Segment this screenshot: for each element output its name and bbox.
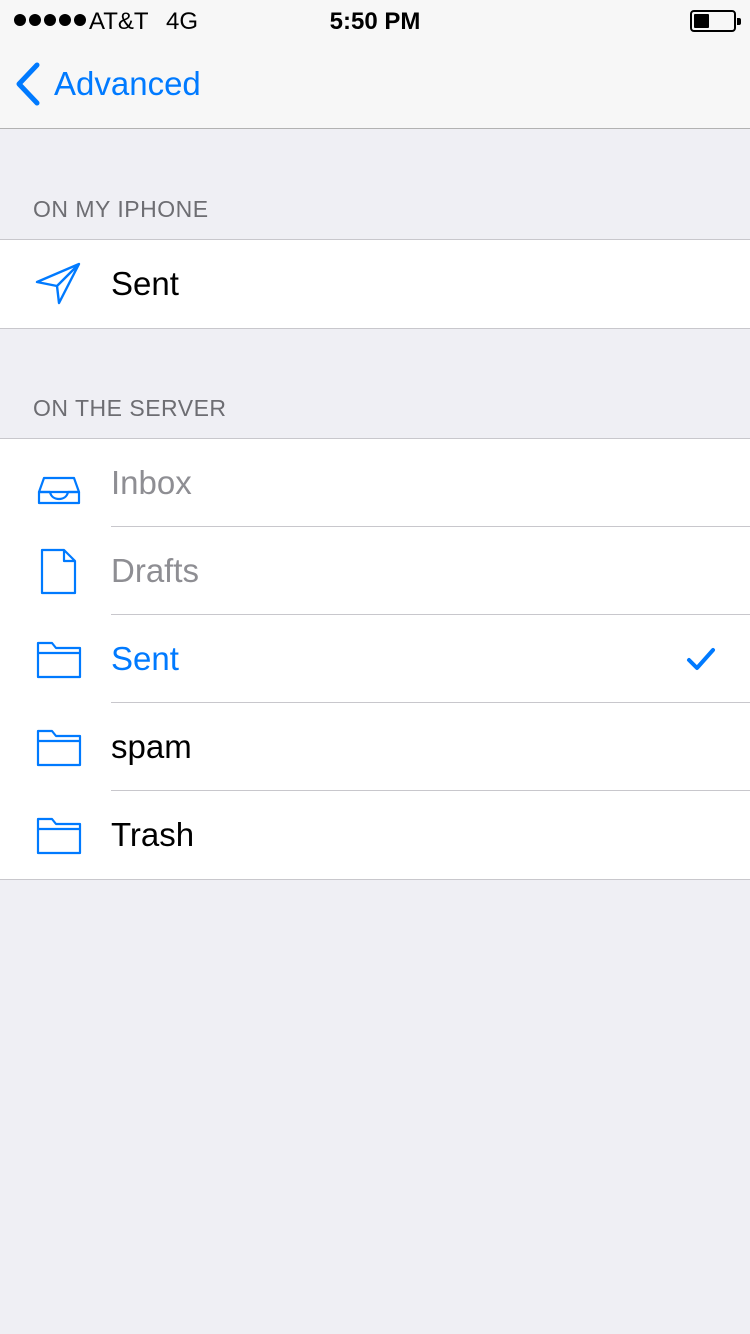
mailbox-row-inbox[interactable]: Inbox [0,439,750,527]
battery-icon [690,10,741,32]
folder-icon [34,723,84,771]
mailbox-label: Sent [111,640,179,677]
folder-icon [34,635,84,683]
paper-plane-icon [34,260,84,308]
mailbox-group-on-the-server: Inbox Drafts Sent spam Trash [0,438,750,880]
section-header-on-my-iphone: ON MY IPHONE [33,196,209,222]
back-button[interactable]: Advanced [14,62,201,106]
back-button-label: Advanced [54,65,201,102]
mailbox-group-on-my-iphone: Sent [0,239,750,329]
mailbox-row-sent[interactable]: Sent [0,615,750,703]
chevron-left-icon [16,62,40,106]
mailbox-label: Trash [111,816,195,853]
checkmark-icon [687,648,715,670]
folder-icon [34,811,84,859]
mailbox-label: Sent [111,265,179,302]
mailbox-label: Drafts [111,552,200,589]
section-header-on-the-server: ON THE SERVER [33,395,227,421]
mailbox-label: spam [111,728,192,765]
mailbox-row-trash[interactable]: Trash [0,791,750,879]
mailbox-label: Inbox [111,464,192,501]
document-icon [34,547,84,595]
status-time: 5:50 PM [329,8,421,35]
navigation-bar: Advanced [0,40,750,129]
mailbox-row-drafts[interactable]: Drafts [0,527,750,615]
mailbox-row-local-sent[interactable]: Sent [0,240,750,328]
mailbox-row-spam[interactable]: spam [0,703,750,791]
inbox-tray-icon [34,459,84,507]
status-bar: AT&T 4G 5:50 PM [0,0,750,40]
